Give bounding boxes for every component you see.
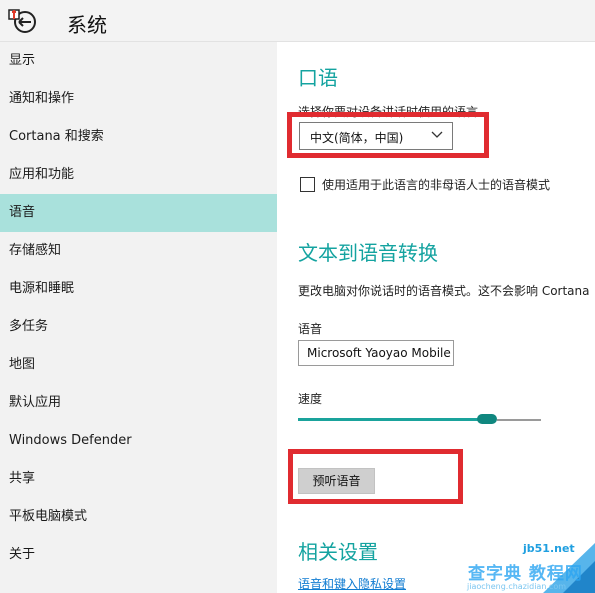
speed-slider-fill xyxy=(298,418,486,421)
tts-description: 更改电脑对你说话时的语音模式。这不会影响 Cortana xyxy=(298,284,590,298)
sidebar-item-multitasking[interactable]: 多任务 xyxy=(0,308,277,346)
watermark-site: jb51.net xyxy=(523,542,575,555)
sidebar-item-display[interactable]: 显示 xyxy=(0,42,277,80)
voice-dropdown-value: Microsoft Yaoyao Mobile xyxy=(307,346,451,360)
content-pane: 口语 选择你要对设备讲话时使用的语言 中文(简体，中国) 使用适用于此语言的非母… xyxy=(277,42,595,593)
sidebar-item-speech[interactable]: 语音 xyxy=(0,194,277,232)
sidebar-item-apps[interactable]: 应用和功能 xyxy=(0,156,277,194)
speech-heading: 口语 xyxy=(298,66,338,90)
sidebar-item-about[interactable]: 关于 xyxy=(0,536,277,574)
sidebar-item-default-apps[interactable]: 默认应用 xyxy=(0,384,277,422)
sidebar-item-defender[interactable]: Windows Defender xyxy=(0,422,277,460)
sidebar-item-power[interactable]: 电源和睡眠 xyxy=(0,270,277,308)
sidebar: 显示 通知和操作 Cortana 和搜索 应用和功能 语音 存储感知 电源和睡眠… xyxy=(0,42,277,593)
back-arrow-icon xyxy=(8,9,36,33)
voice-label: 语音 xyxy=(298,322,323,336)
sidebar-item-sharing[interactable]: 共享 xyxy=(0,460,277,498)
privacy-settings-link[interactable]: 语音和键入隐私设置 xyxy=(298,575,406,592)
speed-slider-thumb[interactable] xyxy=(477,414,497,424)
title-bar: 系统 xyxy=(0,0,595,42)
tts-heading: 文本到语音转换 xyxy=(298,241,438,265)
language-dropdown-value: 中文(简体，中国) xyxy=(310,131,404,145)
watermark-text: 查字典 教程网 xyxy=(468,564,583,584)
nonnative-checkbox-label: 使用适用于此语言的非母语人士的语音模式 xyxy=(322,178,551,192)
sidebar-item-maps[interactable]: 地图 xyxy=(0,346,277,384)
sidebar-item-notifications[interactable]: 通知和操作 xyxy=(0,80,277,118)
back-button[interactable] xyxy=(6,7,36,35)
language-label: 选择你要对设备讲话时使用的语言 xyxy=(298,105,479,119)
related-settings-heading: 相关设置 xyxy=(298,540,378,564)
speed-slider-track xyxy=(497,419,541,421)
sidebar-item-cortana[interactable]: Cortana 和搜索 xyxy=(0,118,277,156)
speed-label: 速度 xyxy=(298,392,323,406)
voice-dropdown[interactable]: Microsoft Yaoyao Mobile xyxy=(298,340,454,366)
watermark-url: jiaocheng.chazidian.com xyxy=(467,582,567,591)
language-dropdown[interactable]: 中文(简体，中国) xyxy=(299,122,453,150)
preview-voice-button[interactable]: 预听语音 xyxy=(298,468,375,494)
nonnative-checkbox[interactable] xyxy=(300,177,315,192)
chevron-down-icon xyxy=(431,131,443,138)
sidebar-item-storage[interactable]: 存储感知 xyxy=(0,232,277,270)
window-title: 系统 xyxy=(67,13,107,37)
sidebar-item-tablet-mode[interactable]: 平板电脑模式 xyxy=(0,498,277,536)
